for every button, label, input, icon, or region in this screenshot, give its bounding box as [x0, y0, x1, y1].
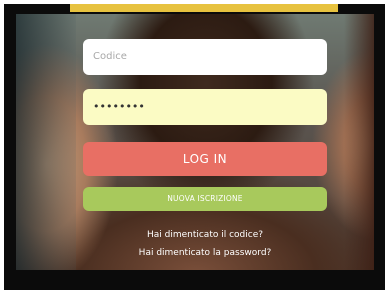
- screen-frame: Codice •••••••• LOG IN NUOVA ISCRIZIONE …: [4, 4, 385, 290]
- forgot-code-link[interactable]: Hai dimenticato il codice?: [64, 230, 346, 240]
- photo-shadow-right: [344, 14, 374, 270]
- code-input[interactable]: Codice: [83, 39, 327, 75]
- register-button[interactable]: NUOVA ISCRIZIONE: [83, 187, 327, 211]
- login-button[interactable]: LOG IN: [83, 142, 327, 176]
- password-input[interactable]: ••••••••: [83, 89, 327, 125]
- forgot-password-link[interactable]: Hai dimenticato la password?: [64, 248, 346, 258]
- accent-bar: [70, 4, 338, 12]
